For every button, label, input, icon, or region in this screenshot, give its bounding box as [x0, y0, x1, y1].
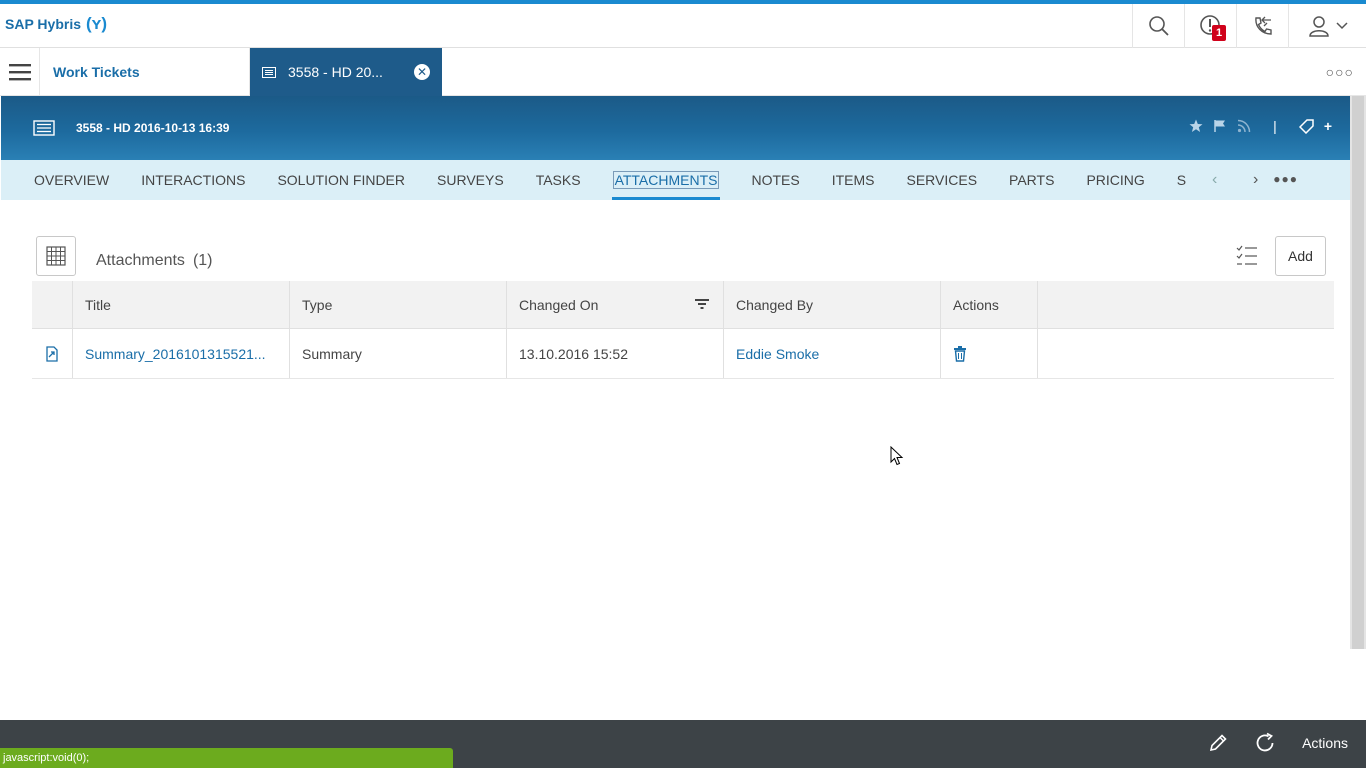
table-header: Title Type Changed On Changed By Actions [32, 281, 1334, 329]
tab-attachments[interactable]: ATTACHMENTS [611, 160, 721, 200]
header-filler [1038, 281, 1334, 328]
mouse-cursor-icon [890, 446, 904, 466]
tag-icon[interactable] [1298, 118, 1314, 134]
tab-ticket-label: 3558 - HD 20... [288, 64, 383, 80]
tab-items[interactable]: ITEMS [832, 160, 875, 200]
table-row: Summary_2016101315521... Summary 13.10.2… [32, 329, 1334, 379]
brand-logo[interactable]: SAP Hybris (ʏ) [5, 14, 107, 34]
selection-mode-button[interactable] [1228, 236, 1266, 276]
hamburger-menu-button[interactable] [0, 48, 40, 96]
column-header-actions: Actions [941, 281, 1038, 328]
attachments-title: Attachments [96, 252, 185, 269]
tab-ticket-3558[interactable]: 3558 - HD 20... ✕ [250, 48, 442, 96]
object-title: 3558 - HD 2016-10-13 16:39 [76, 121, 230, 135]
tab-solution-finder[interactable]: SOLUTION FINDER [277, 160, 405, 200]
brand-mark: (ʏ) [86, 14, 108, 33]
tab-tasks[interactable]: TASKS [536, 160, 581, 200]
vertical-scrollbar[interactable] [1350, 96, 1366, 649]
feed-icon[interactable] [1237, 119, 1251, 133]
brand-name: SAP Hybris [5, 16, 81, 32]
object-header: 3558 - HD 2016-10-13 16:39 | + [1, 96, 1350, 160]
notification-badge: 1 [1212, 25, 1226, 41]
tab-surveys[interactable]: SURVEYS [437, 160, 504, 200]
browser-status-bar: javascript:void(0); [0, 748, 453, 768]
header-icon-column [32, 281, 73, 328]
tab-work-tickets[interactable]: Work Tickets [41, 48, 250, 96]
checklist-icon [1236, 245, 1257, 265]
hamburger-icon [8, 64, 31, 81]
section-tab-strip: OVERVIEW INTERACTIONS SOLUTION FINDER SU… [1, 160, 1350, 200]
star-icon[interactable] [1189, 119, 1203, 133]
column-header-changed-by[interactable]: Changed By [724, 281, 941, 328]
chevron-down-icon [1335, 22, 1348, 30]
add-tag-button[interactable]: + [1324, 118, 1332, 134]
ticket-icon [262, 66, 276, 78]
search-button[interactable] [1132, 4, 1184, 48]
attachment-type: Summary [290, 329, 507, 378]
refresh-icon[interactable] [1254, 732, 1276, 754]
tab-scroll-right-icon[interactable]: › [1253, 160, 1258, 200]
attachments-count: (1) [192, 252, 213, 269]
open-attachment-button[interactable] [32, 329, 73, 378]
more-tabs-icon[interactable]: ○○○ [1326, 64, 1354, 80]
column-header-type[interactable]: Type [290, 281, 507, 328]
flag-icon[interactable] [1213, 119, 1227, 133]
delete-icon[interactable] [953, 345, 967, 362]
user-menu-button[interactable] [1288, 4, 1366, 48]
phone-incoming-icon [1254, 16, 1272, 35]
shell-bar: SAP Hybris (ʏ) 1 [0, 0, 1366, 48]
attachment-changed-on: 13.10.2016 15:52 [507, 329, 724, 378]
attachments-table: Title Type Changed On Changed By Actions… [32, 281, 1334, 379]
workcenter-tabs: Work Tickets 3558 - HD 20... ✕ ○○○ [0, 48, 1366, 96]
actions-button[interactable]: Actions [1302, 735, 1348, 751]
tab-interactions[interactable]: INTERACTIONS [141, 160, 245, 200]
user-icon [1308, 16, 1329, 37]
attachments-heading: Attachments (1) [96, 252, 213, 270]
tab-notes[interactable]: NOTES [751, 160, 799, 200]
attachment-title-link[interactable]: Summary_2016101315521... [73, 329, 290, 378]
column-header-title[interactable]: Title [73, 281, 290, 328]
ticket-list-icon [33, 120, 55, 136]
attachment-actions [941, 329, 1038, 378]
attachment-changed-by-link[interactable]: Eddie Smoke [724, 329, 941, 378]
tab-truncated[interactable]: S [1177, 160, 1186, 200]
document-link-icon [46, 345, 58, 362]
row-filler [1038, 329, 1334, 378]
tab-services[interactable]: SERVICES [907, 160, 978, 200]
table-settings-button[interactable] [36, 236, 76, 276]
tab-pricing[interactable]: PRICING [1086, 160, 1144, 200]
changed-on-label: Changed On [519, 296, 599, 313]
add-attachment-button[interactable]: Add [1275, 236, 1326, 276]
tab-scroll-left-icon[interactable]: ‹ [1212, 160, 1217, 200]
call-button[interactable] [1236, 4, 1288, 48]
more-sections-icon[interactable]: ●●● [1273, 172, 1298, 186]
tab-parts[interactable]: PARTS [1009, 160, 1054, 200]
search-icon [1148, 16, 1169, 36]
header-separator: | [1273, 118, 1277, 134]
grid-icon [46, 246, 66, 266]
column-header-changed-on[interactable]: Changed On [507, 281, 724, 328]
scrollbar-thumb[interactable] [1352, 96, 1364, 649]
tab-overview[interactable]: OVERVIEW [34, 160, 109, 200]
close-tab-icon[interactable]: ✕ [414, 64, 430, 80]
edit-icon[interactable] [1208, 733, 1228, 753]
notifications-button[interactable]: 1 [1184, 4, 1236, 48]
sort-icon[interactable] [695, 298, 709, 310]
